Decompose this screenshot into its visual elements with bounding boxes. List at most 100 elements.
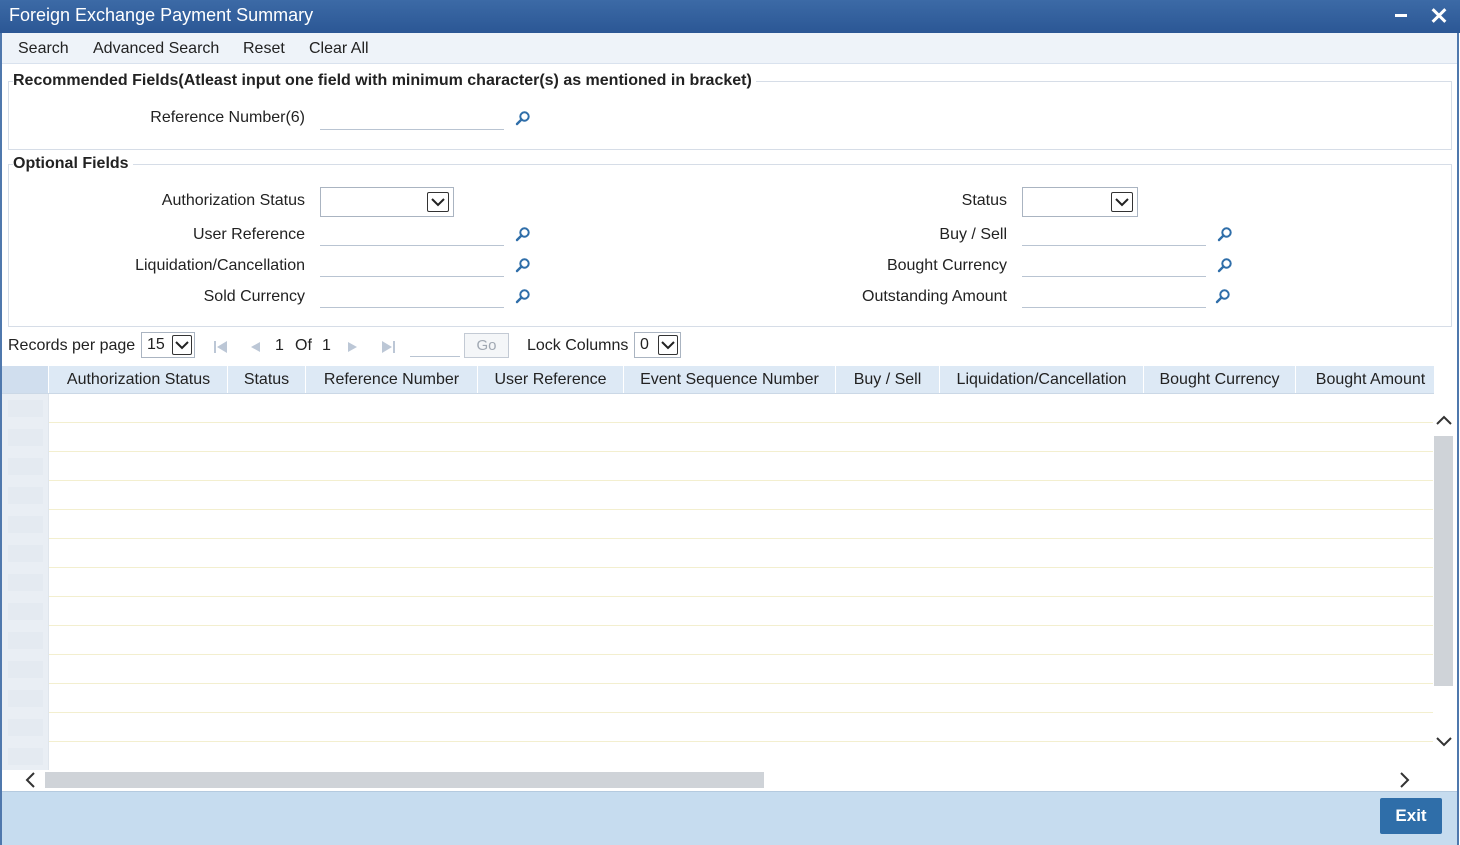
table-row[interactable] <box>2 568 1434 597</box>
footer-bar: Exit <box>2 791 1457 845</box>
user-reference-lookup-icon[interactable] <box>515 226 531 242</box>
table-row[interactable] <box>2 742 1434 770</box>
table-row[interactable] <box>2 684 1434 713</box>
reset-button[interactable]: Reset <box>243 40 285 58</box>
liquidation-cancellation-input[interactable] <box>320 253 504 277</box>
outstanding-amount-label: Outstanding Amount <box>862 288 1007 305</box>
scroll-right-icon[interactable] <box>1395 770 1415 790</box>
exit-button[interactable]: Exit <box>1380 798 1442 834</box>
column-header-status[interactable]: Status <box>228 366 306 393</box>
table-row[interactable] <box>2 394 1434 423</box>
recommended-fields-legend: Recommended Fields(Atleast input one fie… <box>13 72 756 90</box>
authorization-status-select[interactable] <box>320 187 454 217</box>
column-header-authorization-status[interactable]: Authorization Status <box>50 366 228 393</box>
pagination-bar: Records per page 15 1 Of 1 Go Lock Colum… <box>0 330 1460 364</box>
close-icon[interactable] <box>1428 0 1452 31</box>
chevron-down-icon <box>658 335 678 355</box>
row-selector[interactable] <box>2 568 49 597</box>
column-header-bought-amount[interactable]: Bought Amount <box>1296 366 1434 393</box>
horizontal-scroll-thumb[interactable] <box>45 772 764 788</box>
window-titlebar: Foreign Exchange Payment Summary <box>0 0 1460 33</box>
goto-page-input[interactable] <box>410 333 460 357</box>
minimize-icon[interactable] <box>1390 0 1414 31</box>
user-reference-label: User Reference <box>192 226 305 243</box>
of-label: Of <box>295 337 312 354</box>
bought-currency-label: Bought Currency <box>886 257 1007 274</box>
next-page-icon[interactable] <box>344 338 362 356</box>
go-button[interactable]: Go <box>464 333 509 358</box>
records-per-page-label: Records per page <box>8 337 136 354</box>
advanced-search-button[interactable]: Advanced Search <box>93 40 219 58</box>
user-reference-input[interactable] <box>320 222 504 246</box>
lock-columns-value: 0 <box>640 336 649 353</box>
horizontal-scrollbar[interactable] <box>2 770 1432 790</box>
vertical-scroll-thumb[interactable] <box>1434 436 1453 686</box>
table-row[interactable] <box>2 539 1434 568</box>
scroll-down-icon[interactable] <box>1434 732 1454 752</box>
bought-currency-lookup-icon[interactable] <box>1217 257 1233 273</box>
select-all-header-cell[interactable] <box>2 366 49 393</box>
total-pages: 1 <box>322 337 331 354</box>
records-per-page-value: 15 <box>147 336 165 353</box>
table-row[interactable] <box>2 452 1434 481</box>
search-button[interactable]: Search <box>18 40 69 58</box>
previous-page-icon[interactable] <box>246 338 264 356</box>
chevron-down-icon <box>1111 192 1133 212</box>
row-selector[interactable] <box>2 626 49 655</box>
clear-all-button[interactable]: Clear All <box>309 40 369 58</box>
bought-currency-input[interactable] <box>1022 253 1206 277</box>
reference-number-input[interactable] <box>320 106 504 130</box>
column-header-bought-currency[interactable]: Bought Currency <box>1144 366 1296 393</box>
row-selector[interactable] <box>2 481 49 510</box>
scroll-up-icon[interactable] <box>1434 410 1454 430</box>
status-select[interactable] <box>1022 187 1138 217</box>
sold-currency-label: Sold Currency <box>203 288 305 305</box>
current-page-number: 1 <box>275 337 284 354</box>
row-selector[interactable] <box>2 394 49 423</box>
sold-currency-lookup-icon[interactable] <box>515 288 531 304</box>
buy-sell-input[interactable] <box>1022 222 1206 246</box>
column-header-buy-sell[interactable]: Buy / Sell <box>836 366 940 393</box>
table-row[interactable] <box>2 655 1434 684</box>
column-header-user-reference[interactable]: User Reference <box>478 366 624 393</box>
vertical-scrollbar[interactable] <box>1433 394 1457 770</box>
row-selector[interactable] <box>2 452 49 481</box>
table-row[interactable] <box>2 481 1434 510</box>
records-per-page-select[interactable]: 15 <box>141 332 195 358</box>
reference-number-lookup-icon[interactable] <box>515 110 531 126</box>
row-selector[interactable] <box>2 510 49 539</box>
lock-columns-select[interactable]: 0 <box>634 332 681 358</box>
first-page-icon[interactable] <box>212 338 230 356</box>
status-label: Status <box>961 192 1007 209</box>
row-selector[interactable] <box>2 713 49 742</box>
reference-number-label: Reference Number(6) <box>150 109 305 126</box>
results-table-header: Authorization Status Status Reference Nu… <box>2 366 1434 394</box>
table-row[interactable] <box>2 510 1434 539</box>
lock-columns-label: Lock Columns <box>527 337 629 354</box>
table-row[interactable] <box>2 423 1434 452</box>
scroll-left-icon[interactable] <box>20 770 40 790</box>
table-row[interactable] <box>2 713 1434 742</box>
column-header-liquidation-cancellation[interactable]: Liquidation/Cancellation <box>940 366 1144 393</box>
results-table-body <box>2 394 1434 770</box>
liquidation-cancellation-label: Liquidation/Cancellation <box>135 257 305 274</box>
last-page-icon[interactable] <box>379 338 397 356</box>
outstanding-amount-input[interactable] <box>1022 284 1206 308</box>
authorization-status-label: Authorization Status <box>161 192 305 209</box>
toolbar: Search Advanced Search Reset Clear All <box>2 33 1457 64</box>
table-row[interactable] <box>2 597 1434 626</box>
window-title: Foreign Exchange Payment Summary <box>9 5 314 25</box>
buy-sell-lookup-icon[interactable] <box>1217 226 1233 242</box>
row-selector[interactable] <box>2 742 49 770</box>
sold-currency-input[interactable] <box>320 284 504 308</box>
column-header-event-sequence-number[interactable]: Event Sequence Number <box>624 366 836 393</box>
column-header-reference-number[interactable]: Reference Number <box>306 366 478 393</box>
row-selector[interactable] <box>2 655 49 684</box>
row-selector[interactable] <box>2 684 49 713</box>
outstanding-amount-lookup-icon[interactable] <box>1215 288 1231 304</box>
row-selector[interactable] <box>2 597 49 626</box>
row-selector[interactable] <box>2 423 49 452</box>
row-selector[interactable] <box>2 539 49 568</box>
liquidation-cancellation-lookup-icon[interactable] <box>515 257 531 273</box>
table-row[interactable] <box>2 626 1434 655</box>
